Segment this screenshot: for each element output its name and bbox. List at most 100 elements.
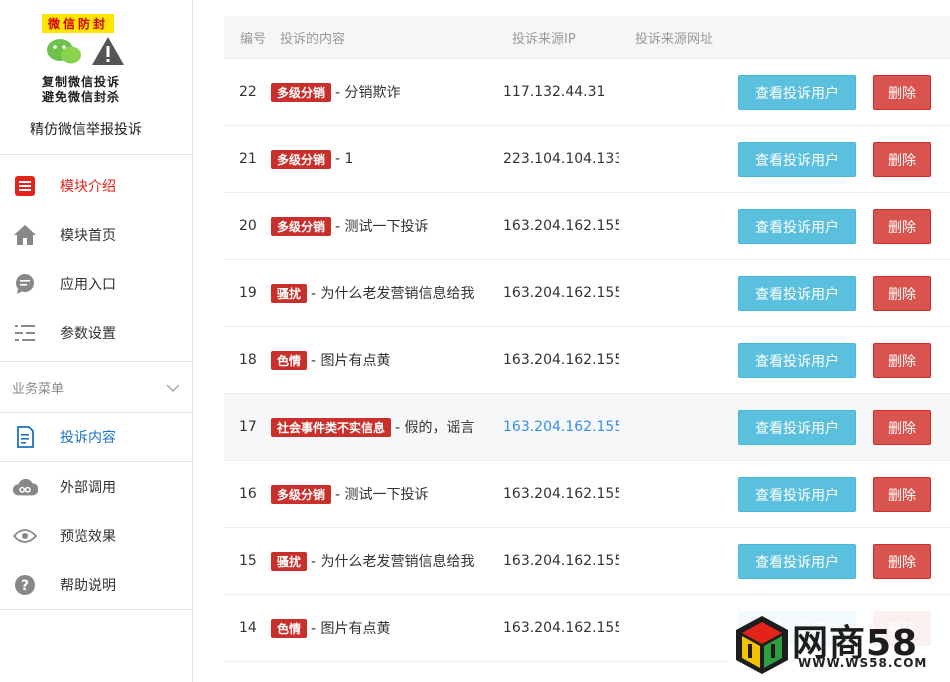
row-id: 15: [239, 553, 257, 569]
sidebar-item-home[interactable]: 模块首页: [0, 210, 192, 259]
sidebar-item-entry[interactable]: 应用入口: [0, 259, 192, 308]
view-users-button[interactable]: 查看投诉用户: [738, 477, 856, 512]
sidebar-item-label: 投诉内容: [60, 430, 116, 446]
table-header: 编号 投诉的内容 投诉来源IP 投诉来源网址: [224, 16, 950, 59]
sidebar-item-label: 预览效果: [60, 528, 116, 545]
sidebar-item-preview[interactable]: 预览效果: [0, 511, 192, 560]
delete-button[interactable]: 删除: [873, 75, 931, 110]
complaint-table: 编号 投诉的内容 投诉来源IP 投诉来源网址 22 多级分销 - 分销欺诈 11…: [224, 16, 950, 662]
category-tag: 色情: [271, 618, 308, 638]
sidebar-item-external[interactable]: 外部调用: [0, 462, 192, 511]
row-text: - 1: [335, 151, 354, 167]
view-users-button[interactable]: 查看投诉用户: [738, 544, 856, 579]
row-ip: 223.104.104.133: [503, 151, 619, 167]
row-id: 21: [239, 151, 257, 167]
row-id: 17: [239, 419, 257, 435]
row-text: - 图片有点黄: [311, 621, 391, 637]
sidebar-item-label: 参数设置: [60, 325, 116, 342]
row-text: - 分销欺诈: [335, 85, 401, 101]
view-users-button[interactable]: 查看投诉用户: [738, 410, 856, 445]
watermark: 网商58 WWW.WS58.COM: [730, 608, 950, 682]
row-ip-link[interactable]: 163.204.162.155: [503, 394, 619, 460]
table-row: 18 色情 - 图片有点黄 163.204.162.155 查看投诉用户 删除: [224, 327, 950, 394]
table-row: 22 多级分销 - 分销欺诈 117.132.44.31 查看投诉用户 删除: [224, 59, 950, 126]
row-content: 多级分销 - 测试一下投诉: [271, 461, 491, 527]
row-text: - 为什么老发营销信息给我: [311, 554, 475, 570]
eye-icon: [12, 523, 38, 549]
row-id: 19: [239, 285, 257, 301]
row-text: - 测试一下投诉: [335, 219, 429, 235]
category-tag: 色情: [271, 350, 308, 370]
wechat-warning-icon: [47, 37, 124, 65]
brand-logo: 微信防封 复制微信投诉 避免微信封杀 精仿微信举报投诉: [0, 0, 192, 155]
table-row: 19 骚扰 - 为什么老发营销信息给我 163.204.162.155 查看投诉…: [224, 260, 950, 327]
settings-icon: [12, 320, 38, 346]
sidebar-item-settings[interactable]: 参数设置: [0, 308, 192, 357]
chevron-down-icon: [166, 378, 180, 397]
row-ip: 163.204.162.155: [503, 553, 619, 569]
delete-button[interactable]: 删除: [873, 276, 931, 311]
view-users-button[interactable]: 查看投诉用户: [738, 343, 856, 378]
category-tag: 社会事件类不实信息: [271, 417, 392, 437]
row-content: 社会事件类不实信息 - 假的，谣言: [271, 394, 491, 460]
sidebar-item-complaints[interactable]: 投诉内容: [0, 413, 192, 462]
delete-button[interactable]: 删除: [873, 343, 931, 378]
table-row: 16 多级分销 - 测试一下投诉 163.204.162.155 查看投诉用户 …: [224, 461, 950, 528]
row-id: 14: [239, 620, 257, 636]
view-users-button[interactable]: 查看投诉用户: [738, 209, 856, 244]
list-icon: [12, 173, 38, 199]
row-ip: 163.204.162.155: [503, 285, 619, 301]
header-content: 投诉的内容: [280, 31, 346, 47]
row-text: - 假的，谣言: [395, 420, 475, 436]
category-tag: 骚扰: [271, 551, 308, 571]
view-users-button[interactable]: 查看投诉用户: [738, 142, 856, 177]
header-ip: 投诉来源IP: [512, 31, 576, 47]
delete-button[interactable]: 删除: [873, 209, 931, 244]
sidebar-item-label: 模块介绍: [60, 178, 116, 195]
row-content: 骚扰 - 为什么老发营销信息给我: [271, 260, 491, 326]
row-content: 多级分销 - 1: [271, 126, 491, 192]
row-ip: 163.204.162.155: [503, 352, 619, 368]
view-users-button[interactable]: 查看投诉用户: [738, 75, 856, 110]
business-menu-toggle[interactable]: 业务菜单: [0, 361, 192, 413]
sidebar-item-label: 帮助说明: [60, 577, 116, 594]
row-ip: 163.204.162.155: [503, 620, 619, 636]
row-id: 18: [239, 352, 257, 368]
header-id: 编号: [240, 31, 267, 47]
sidebar-item-intro[interactable]: 模块介绍: [0, 161, 192, 210]
row-content: 骚扰 - 为什么老发营销信息给我: [271, 528, 491, 594]
row-id: 22: [239, 84, 257, 100]
home-icon: [12, 222, 38, 248]
category-tag: 多级分销: [271, 484, 332, 504]
row-id: 20: [239, 218, 257, 234]
delete-button[interactable]: 删除: [873, 477, 931, 512]
delete-button[interactable]: 删除: [873, 142, 931, 177]
table-row: 15 骚扰 - 为什么老发营销信息给我 163.204.162.155 查看投诉…: [224, 528, 950, 595]
document-icon: [12, 424, 38, 450]
category-tag: 多级分销: [271, 149, 332, 169]
svg-text:?: ?: [21, 578, 29, 594]
view-users-button[interactable]: 查看投诉用户: [738, 276, 856, 311]
row-ip: 117.132.44.31: [503, 84, 606, 100]
sidebar-item-label: 外部调用: [60, 479, 116, 496]
category-tag: 骚扰: [271, 283, 308, 303]
delete-button[interactable]: 删除: [873, 410, 931, 445]
category-tag: 多级分销: [271, 216, 332, 236]
header-url: 投诉来源网址: [635, 31, 714, 47]
row-text: - 图片有点黄: [311, 353, 391, 369]
row-ip: 163.204.162.155: [503, 486, 619, 502]
table-row: 20 多级分销 - 测试一下投诉 163.204.162.155 查看投诉用户 …: [224, 193, 950, 260]
sidebar-item-help[interactable]: ? 帮助说明: [0, 560, 192, 609]
delete-button[interactable]: 删除: [873, 544, 931, 579]
row-content: 多级分销 - 分销欺诈: [271, 59, 491, 125]
sidebar-item-label: 模块首页: [60, 227, 116, 244]
chat-icon: [12, 271, 38, 297]
category-tag: 多级分销: [271, 82, 332, 102]
brand-line-2: 避免微信封杀: [42, 90, 121, 104]
table-row: 17 社会事件类不实信息 - 假的，谣言 163.204.162.155 查看投…: [224, 394, 950, 461]
table-row: 21 多级分销 - 1 223.104.104.133 查看投诉用户 删除: [224, 126, 950, 193]
row-content: 多级分销 - 测试一下投诉: [271, 193, 491, 259]
brand-name: 精仿微信举报投诉: [30, 122, 142, 138]
watermark-url: WWW.WS58.COM: [798, 656, 928, 670]
section-label: 业务菜单: [12, 381, 65, 397]
